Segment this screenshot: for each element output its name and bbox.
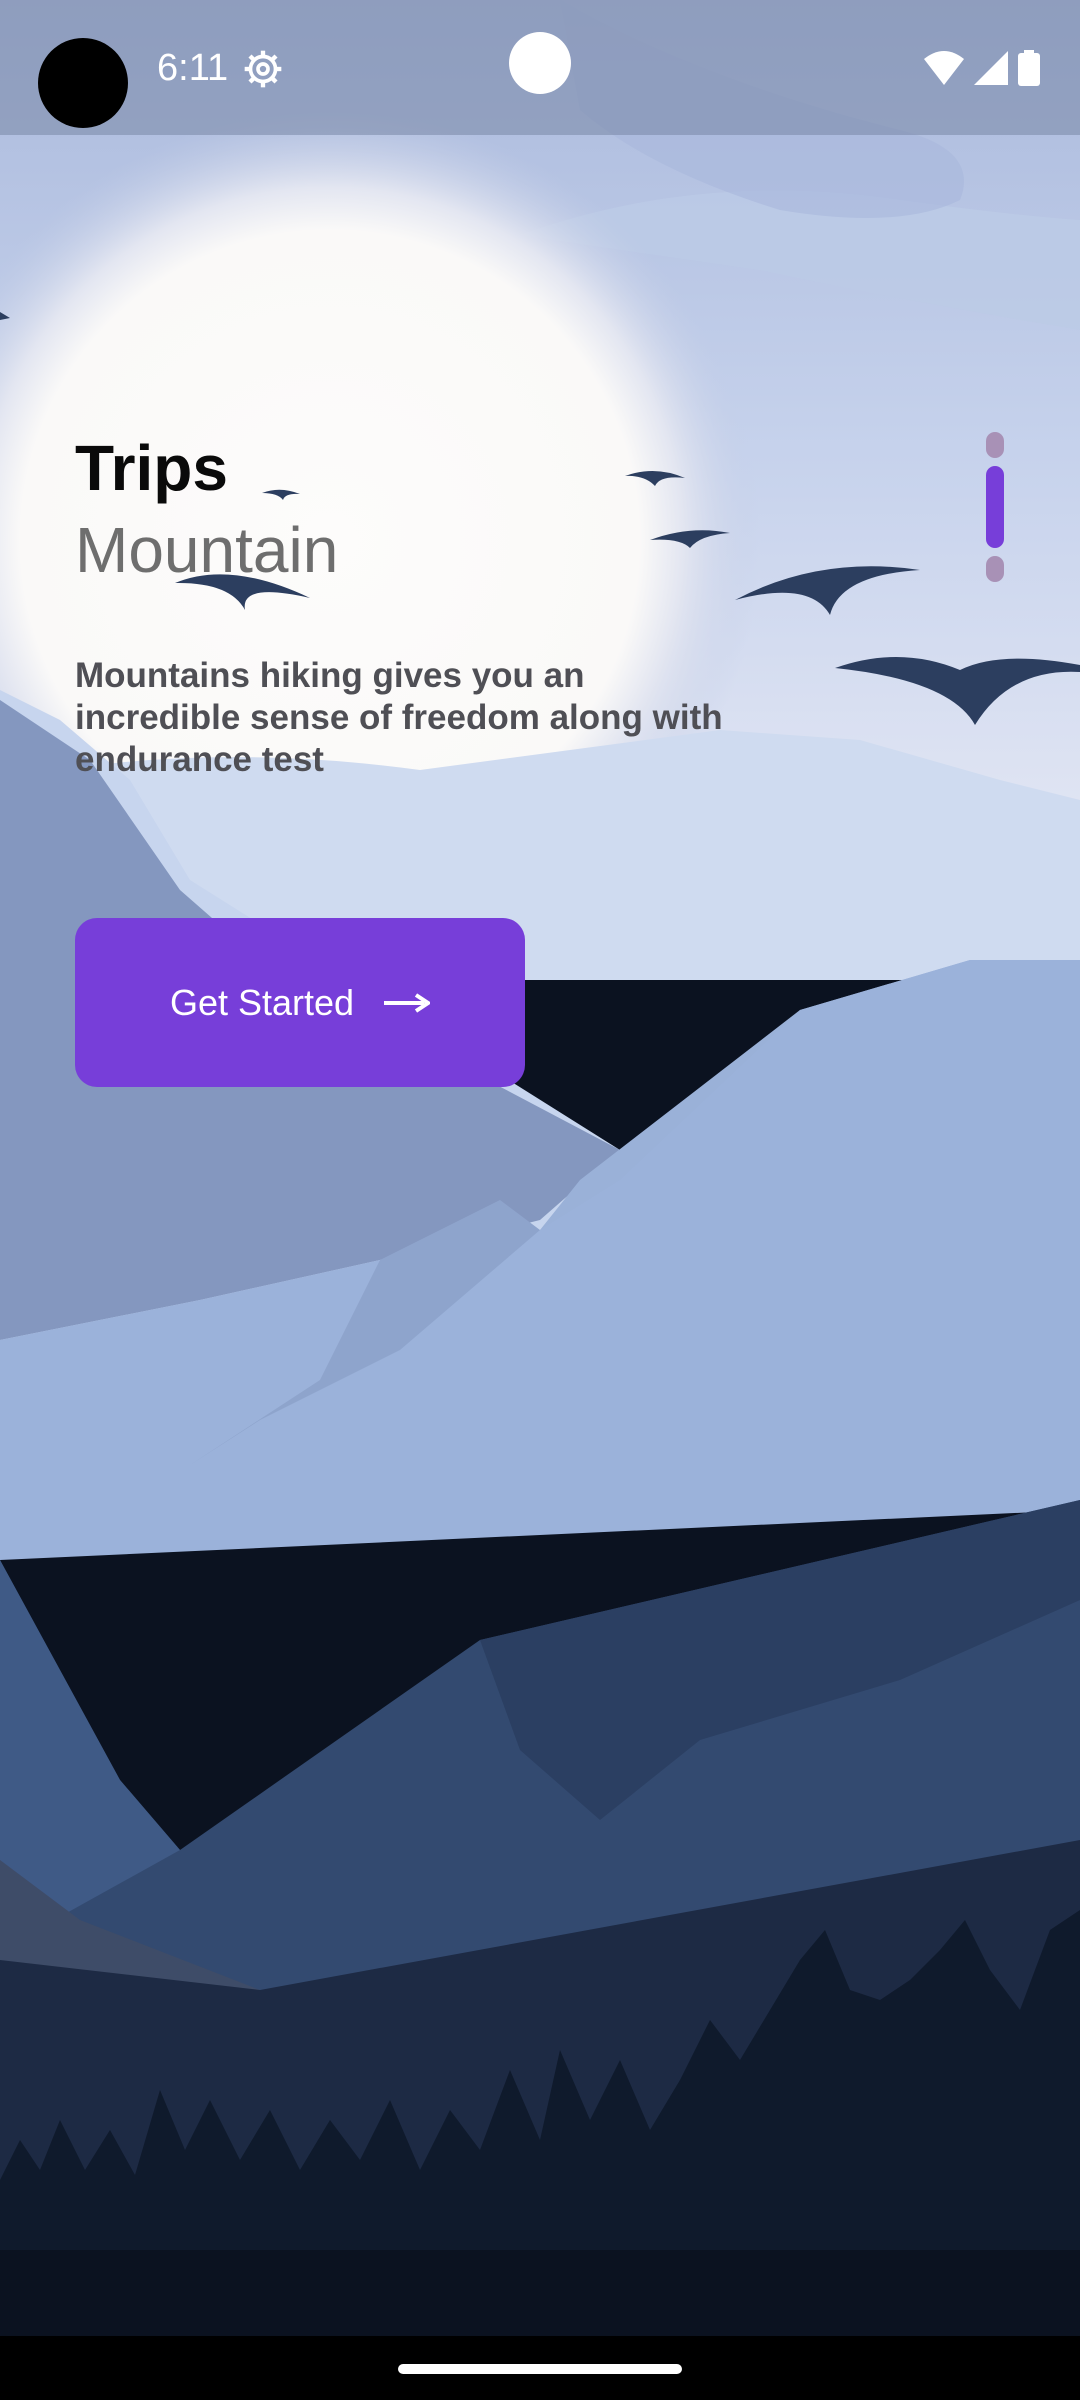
home-handle[interactable] — [398, 2364, 682, 2374]
get-started-label: Get Started — [169, 981, 355, 1023]
screen: 6:11 Trips Mountain Mountains hiking giv… — [0, 0, 1080, 2400]
camera-cutout — [38, 38, 128, 128]
arrow-right-icon — [384, 992, 431, 1013]
page-title: Trips — [75, 432, 228, 504]
get-started-button[interactable]: Get Started — [75, 918, 525, 1087]
page-indicator — [986, 432, 1004, 582]
wifi-icon — [924, 51, 964, 85]
status-bar: 6:11 — [0, 0, 1080, 135]
description-text: Mountains hiking gives you an incredible… — [75, 656, 723, 779]
battery-icon — [1018, 50, 1040, 86]
cell-signal-icon — [974, 51, 1008, 85]
page-subtitle: Mountain — [75, 514, 339, 586]
page-indicator-dot[interactable] — [986, 432, 1004, 458]
status-icons — [924, 48, 1040, 88]
page-indicator-dot-active[interactable] — [986, 466, 1004, 548]
front-camera-icon — [509, 32, 571, 94]
settings-gear-icon — [244, 50, 282, 88]
mountain-illustration — [0, 0, 1080, 2400]
page-indicator-dot[interactable] — [986, 556, 1004, 582]
status-time: 6:11 — [157, 47, 229, 89]
